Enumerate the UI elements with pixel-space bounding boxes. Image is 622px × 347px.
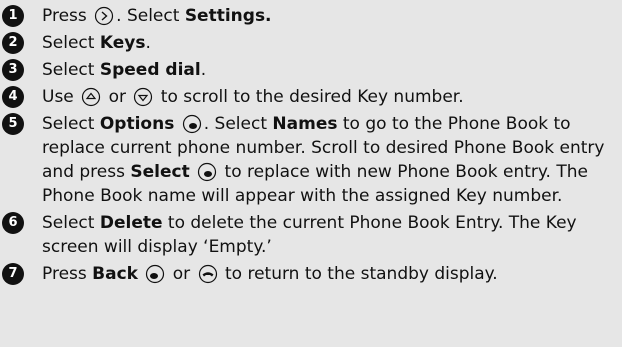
- right-softkey-icon: [197, 162, 217, 182]
- step-4: 4 Use or to scroll to the desired Key num…: [2, 85, 614, 109]
- step-text-segment: .: [200, 60, 207, 80]
- step-text-segment: or: [167, 264, 196, 284]
- step-text-segment: [138, 264, 143, 284]
- step-text: Select Delete to delete the current Phon…: [42, 211, 614, 259]
- step-3: 3 Select Speed dial.: [2, 58, 614, 82]
- step-text-segment: Press: [42, 264, 93, 284]
- end-key-icon: [198, 264, 218, 284]
- step-number-badge: 7: [2, 263, 24, 285]
- menu-option-label: Options: [99, 114, 175, 134]
- step-text: Select Options . Select Names to go to t…: [42, 112, 614, 208]
- step-text-segment: to return to the standby display.: [219, 264, 498, 284]
- step-text-segment: Select: [42, 60, 100, 80]
- step-7: 7 Press Back or to return to the standby …: [2, 262, 614, 286]
- step-text-segment: [174, 114, 179, 134]
- step-text-segment: or: [103, 87, 132, 107]
- step-text-segment: to scroll to the desired Key number.: [155, 87, 464, 107]
- step-text-segment: . Select: [203, 114, 273, 134]
- step-text-segment: Press: [42, 6, 93, 26]
- step-2: 2 Select Keys.: [2, 31, 614, 55]
- scroll-down-key-icon: [133, 87, 153, 107]
- step-6: 6 Select Delete to delete the current Pho…: [2, 211, 614, 259]
- left-softkey-icon: [145, 264, 165, 284]
- step-text: Press Back or to return to the standby d…: [42, 262, 614, 286]
- menu-key-icon: [94, 6, 114, 26]
- step-text-segment: Select: [42, 213, 100, 233]
- step-text-segment: Select: [42, 33, 100, 53]
- right-softkey-icon: [182, 114, 202, 134]
- step-text-segment: [190, 162, 195, 182]
- step-number-badge: 4: [2, 86, 24, 108]
- step-number-badge: 3: [2, 59, 24, 81]
- menu-option-label: Delete: [99, 213, 163, 233]
- step-text: Press . Select Settings.: [42, 4, 614, 28]
- step-text-segment: .: [145, 33, 151, 53]
- step-text: Use or to scroll to the desired Key numb…: [42, 85, 614, 109]
- step-number-badge: 5: [2, 113, 24, 135]
- step-text-segment: Use: [42, 87, 80, 107]
- step-list: 1 Press . Select Settings. 2 Select Keys. 3 S…: [0, 4, 622, 286]
- step-text-segment: Select: [42, 114, 100, 134]
- menu-option-label: Names: [272, 114, 338, 134]
- step-1: 1 Press . Select Settings.: [2, 4, 614, 28]
- step-text-segment: . Select: [116, 6, 185, 26]
- step-5: 5 Select Options . Select Names to go to …: [2, 112, 614, 208]
- instructions-page: 1 Press . Select Settings. 2 Select Keys. 3 S…: [0, 0, 622, 347]
- menu-option-label: Settings.: [184, 6, 272, 26]
- menu-option-label: Keys: [99, 33, 146, 53]
- menu-option-label: Select: [130, 162, 190, 182]
- menu-option-label: Speed dial: [99, 60, 201, 80]
- step-number-badge: 6: [2, 212, 24, 234]
- step-number-badge: 1: [2, 5, 24, 27]
- step-text: Select Keys.: [42, 31, 614, 55]
- menu-option-label: Back: [92, 264, 138, 284]
- scroll-up-key-icon: [81, 87, 101, 107]
- step-number-badge: 2: [2, 32, 24, 54]
- step-text: Select Speed dial.: [42, 58, 614, 82]
